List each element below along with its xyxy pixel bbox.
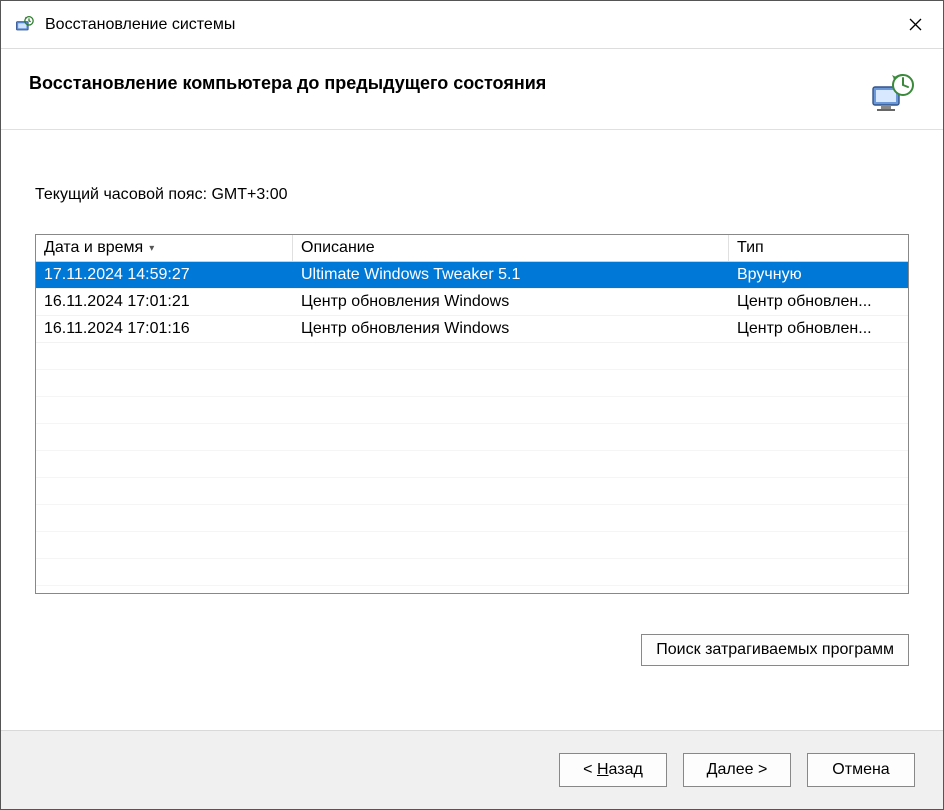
- cell-datetime: 17.11.2024 14:59:27: [36, 264, 293, 286]
- cell-type: Вручную: [729, 264, 908, 286]
- cell-type: Центр обновлен...: [729, 291, 908, 313]
- scan-affected-programs-button[interactable]: Поиск затрагиваемых программ: [641, 634, 909, 666]
- column-header-type[interactable]: Тип: [729, 235, 908, 261]
- action-row: Поиск затрагиваемых программ: [35, 634, 909, 666]
- table-row-empty: [36, 451, 908, 478]
- table-header: Дата и время ▾ Описание Тип: [36, 235, 908, 262]
- cell-description: Ultimate Windows Tweaker 5.1: [293, 264, 729, 286]
- next-button[interactable]: Далее >: [683, 753, 791, 787]
- table-row-empty: [36, 505, 908, 532]
- table-row-empty: [36, 343, 908, 370]
- table-row-empty: [36, 397, 908, 424]
- column-label: Описание: [301, 239, 375, 257]
- table-row[interactable]: 16.11.2024 17:01:21Центр обновления Wind…: [36, 289, 908, 316]
- window-title: Восстановление системы: [45, 16, 887, 34]
- cell-datetime: 16.11.2024 17:01:16: [36, 318, 293, 340]
- sort-descending-icon: ▾: [149, 243, 154, 254]
- timezone-label: Текущий часовой пояс: GMT+3:00: [35, 186, 909, 204]
- wizard-content: Текущий часовой пояс: GMT+3:00 Дата и вр…: [1, 130, 943, 730]
- cell-description: Центр обновления Windows: [293, 318, 729, 340]
- cancel-button[interactable]: Отмена: [807, 753, 915, 787]
- page-heading: Восстановление компьютера до предыдущего…: [29, 73, 546, 94]
- titlebar: Восстановление системы: [1, 1, 943, 49]
- table-row-empty: [36, 559, 908, 586]
- table-row-empty: [36, 370, 908, 397]
- wizard-header: Восстановление компьютера до предыдущего…: [1, 49, 943, 129]
- table-row-empty: [36, 424, 908, 451]
- cell-description: Центр обновления Windows: [293, 291, 729, 313]
- table-row[interactable]: 17.11.2024 14:59:27Ultimate Windows Twea…: [36, 262, 908, 289]
- table-row[interactable]: 16.11.2024 17:01:16Центр обновления Wind…: [36, 316, 908, 343]
- cell-datetime: 16.11.2024 17:01:21: [36, 291, 293, 313]
- table-row-empty: [36, 478, 908, 505]
- restore-points-table[interactable]: Дата и время ▾ Описание Тип 17.11.2024 1…: [35, 234, 909, 594]
- system-restore-window: Восстановление системы Восстановление ко…: [0, 0, 944, 810]
- column-header-description[interactable]: Описание: [293, 235, 729, 261]
- close-button[interactable]: [887, 1, 943, 49]
- column-header-datetime[interactable]: Дата и время ▾: [36, 235, 293, 261]
- table-body: 17.11.2024 14:59:27Ultimate Windows Twea…: [36, 262, 908, 586]
- column-label: Тип: [737, 239, 764, 257]
- wizard-footer: < Назад Далее > Отмена: [1, 730, 943, 809]
- column-label: Дата и время: [44, 239, 143, 257]
- restore-icon: [867, 73, 915, 115]
- table-row-empty: [36, 532, 908, 559]
- app-icon: [13, 14, 35, 36]
- back-button[interactable]: < Назад: [559, 753, 667, 787]
- cell-type: Центр обновлен...: [729, 318, 908, 340]
